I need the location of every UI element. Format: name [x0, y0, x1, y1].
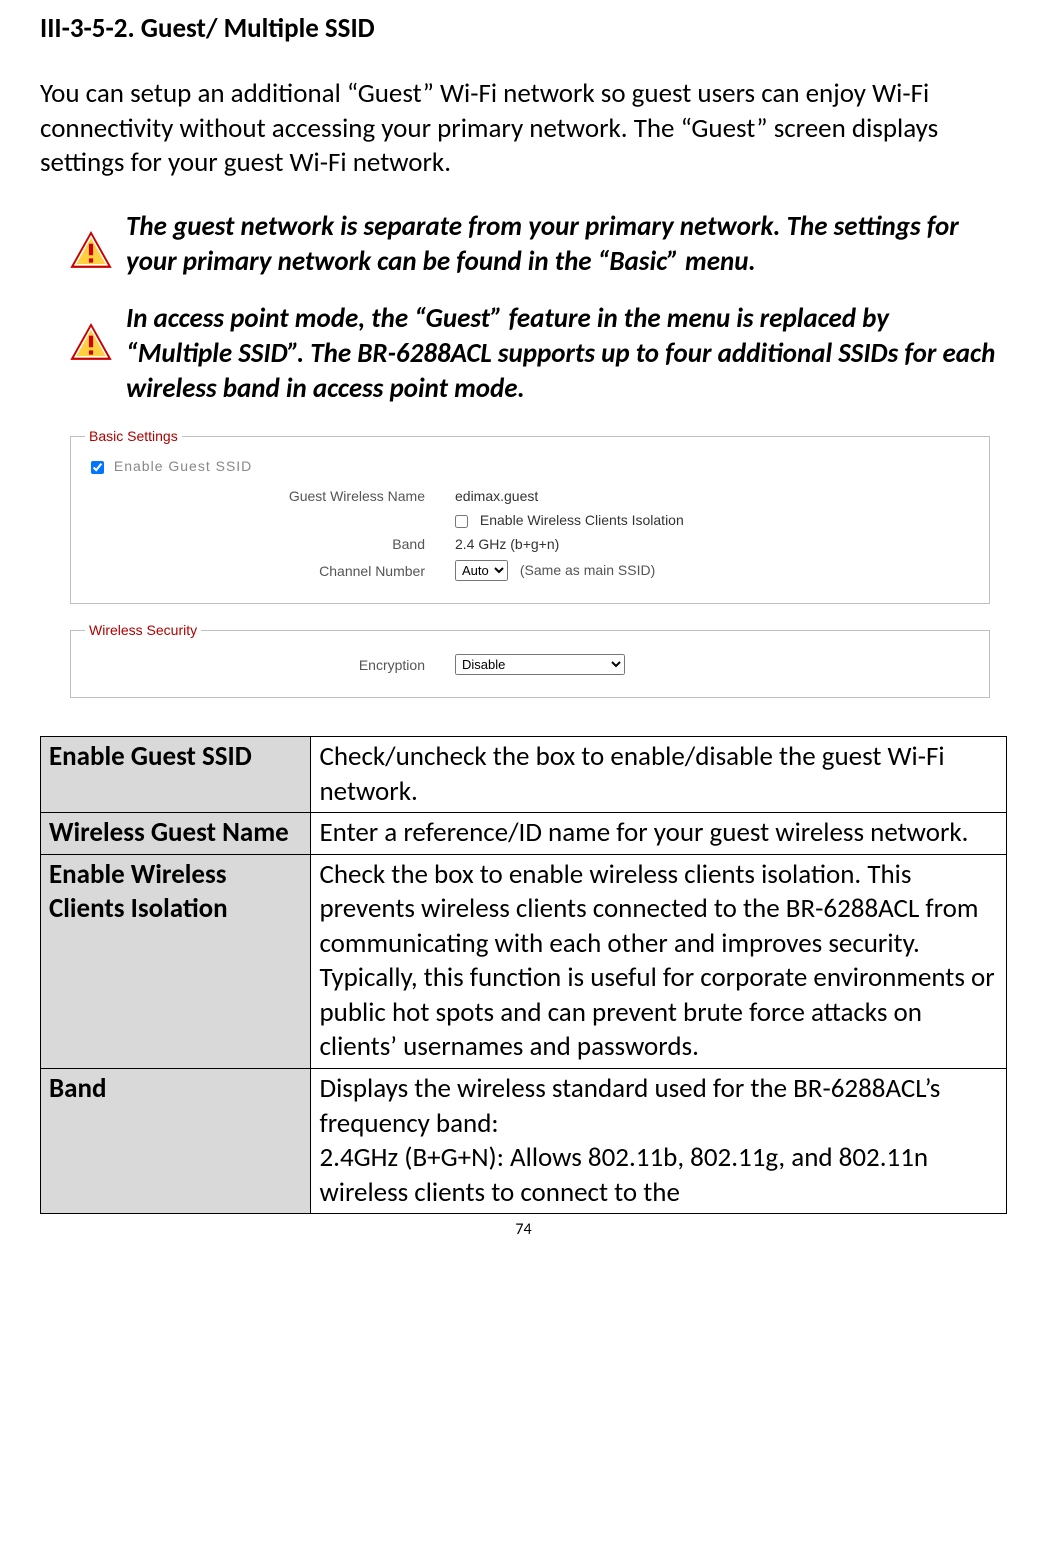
enable-guest-ssid-row: Enable Guest SSID [91, 458, 975, 474]
note-2-text: In access point mode, the “Guest” featur… [126, 301, 997, 406]
setting-description: Enter a reference/ID name for your guest… [311, 813, 1007, 855]
encryption-label: Encryption [85, 657, 455, 673]
wireless-security-legend: Wireless Security [85, 622, 201, 638]
setting-description: Check/uncheck the box to enable/disable … [311, 737, 1007, 813]
guest-wireless-name-value: edimax.guest [455, 488, 538, 504]
table-row: Enable Guest SSID Check/uncheck the box … [41, 737, 1007, 813]
setting-label: Enable Guest SSID [41, 737, 311, 813]
note-1-text: The guest network is separate from your … [126, 209, 997, 279]
basic-settings-legend: Basic Settings [85, 428, 182, 444]
setting-description: Check the box to enable wireless clients… [311, 854, 1007, 1068]
note-block-1: The guest network is separate from your … [40, 209, 1007, 279]
intro-paragraph: You can setup an additional “Guest” Wi-F… [40, 77, 1007, 181]
page-number: 74 [40, 1220, 1007, 1239]
basic-settings-fieldset: Basic Settings Enable Guest SSID Guest W… [70, 428, 990, 604]
enable-guest-ssid-checkbox[interactable] [91, 461, 104, 474]
table-row: Wireless Guest Name Enter a reference/ID… [41, 813, 1007, 855]
note-block-2: In access point mode, the “Guest” featur… [40, 301, 1007, 406]
guest-wireless-name-label: Guest Wireless Name [85, 488, 455, 504]
settings-table: Enable Guest SSID Check/uncheck the box … [40, 736, 1007, 1214]
warning-icon [70, 323, 116, 368]
section-heading: III-3-5-2. Guest/ Multiple SSID [40, 12, 1007, 45]
band-label: Band [85, 536, 455, 552]
channel-number-select[interactable]: Auto [455, 560, 508, 581]
config-screenshot: Basic Settings Enable Guest SSID Guest W… [70, 428, 1007, 698]
setting-label: Enable Wireless Clients Isolation [41, 854, 311, 1068]
channel-note: (Same as main SSID) [520, 562, 655, 578]
table-row: Band Displays the wireless standard used… [41, 1069, 1007, 1214]
wireless-security-fieldset: Wireless Security Encryption Disable [70, 622, 990, 698]
setting-label: Wireless Guest Name [41, 813, 311, 855]
table-row: Enable Wireless Clients Isolation Check … [41, 854, 1007, 1068]
setting-description: Displays the wireless standard used for … [311, 1069, 1007, 1214]
setting-label: Band [41, 1069, 311, 1214]
warning-icon [70, 231, 116, 276]
encryption-select[interactable]: Disable [455, 654, 625, 675]
enable-guest-ssid-label: Enable Guest SSID [114, 458, 252, 474]
channel-number-label: Channel Number [85, 563, 455, 579]
clients-isolation-checkbox[interactable] [455, 515, 468, 528]
band-value: 2.4 GHz (b+g+n) [455, 536, 559, 552]
clients-isolation-label: Enable Wireless Clients Isolation [480, 512, 684, 528]
